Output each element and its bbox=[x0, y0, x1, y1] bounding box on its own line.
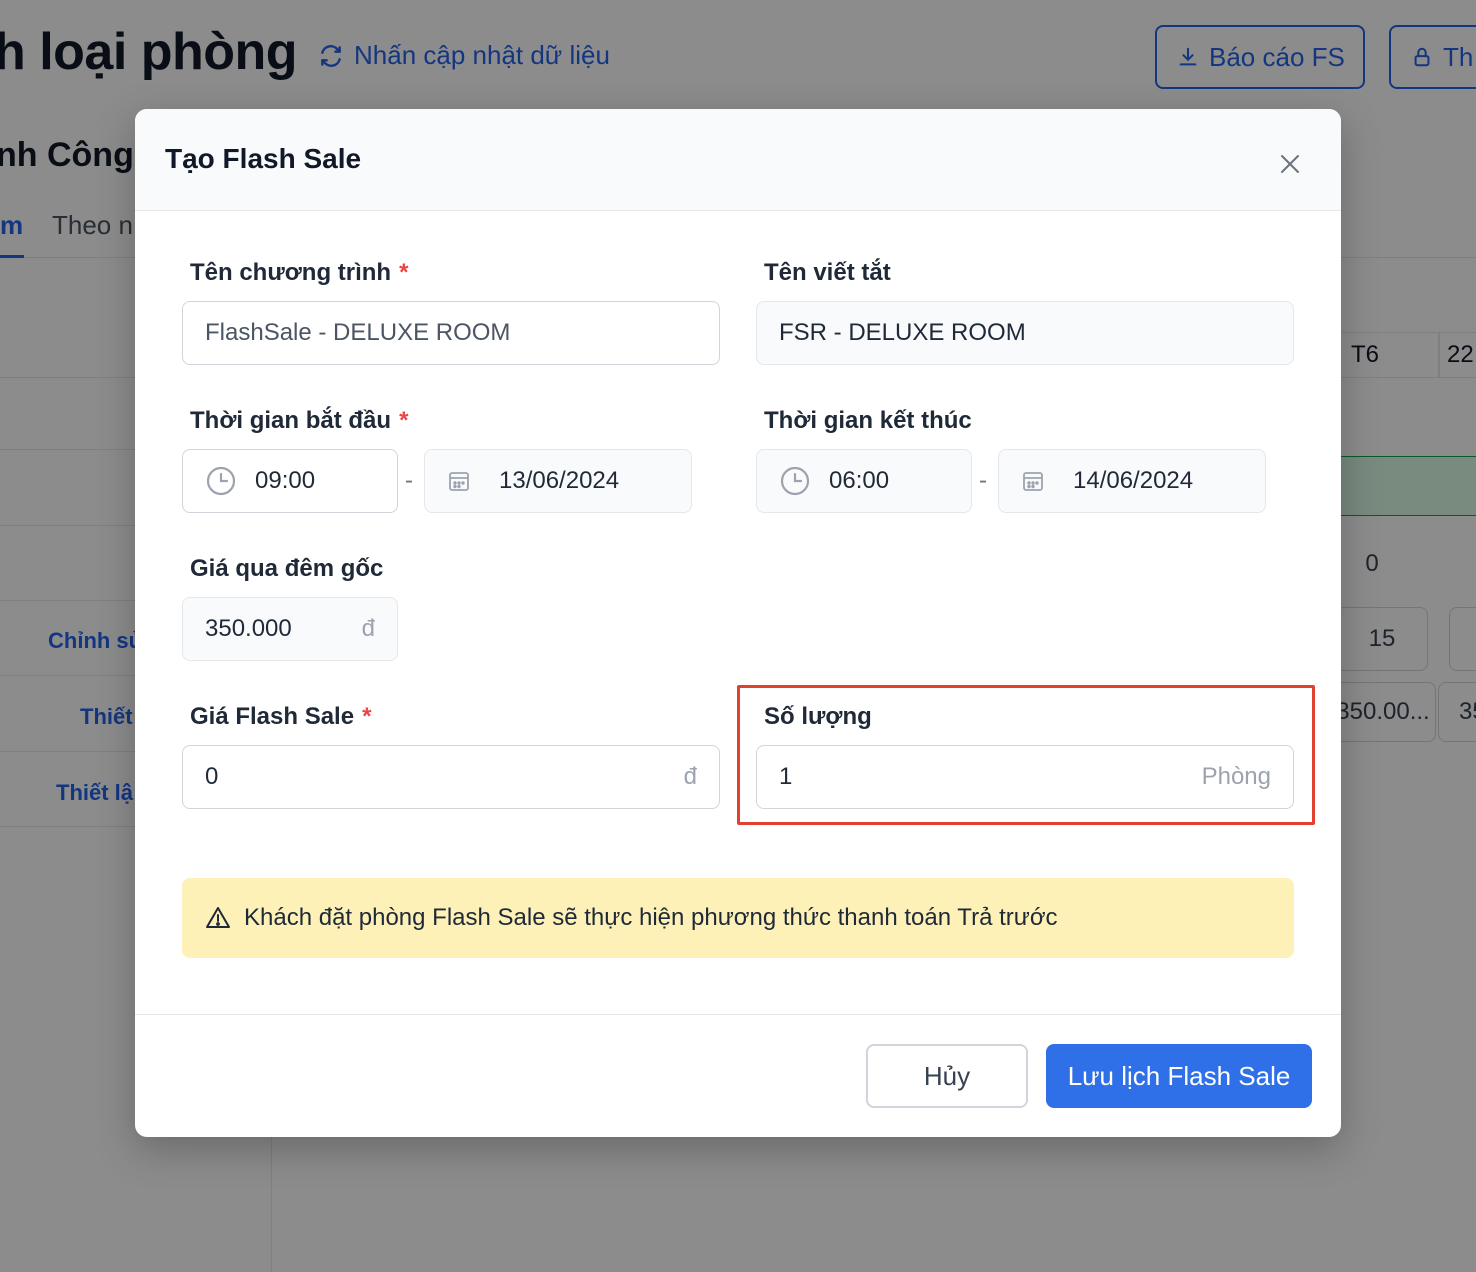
flash-price-label-text: Giá Flash Sale bbox=[190, 703, 355, 730]
required-mark: * bbox=[399, 259, 409, 286]
calendar-icon bbox=[1023, 472, 1043, 491]
required-mark: * bbox=[362, 703, 372, 730]
create-flash-sale-modal: Tạo Flash Sale Tên chương trình * FlashSa… bbox=[135, 109, 1341, 1137]
close-button[interactable] bbox=[1279, 153, 1301, 175]
end-date-value: 14/06/2024 bbox=[1073, 467, 1194, 494]
quantity-unit: Phòng bbox=[1201, 763, 1271, 790]
short-name-label: Tên viết tắt bbox=[764, 259, 891, 286]
original-price-input[interactable]: 350.000 đ bbox=[182, 597, 398, 661]
program-name-label-text: Tên chương trình bbox=[190, 259, 392, 286]
calendar-icon bbox=[449, 472, 469, 491]
notice-text: Khách đặt phòng Flash Sale sẽ thực hiện … bbox=[244, 904, 1058, 931]
end-time-label: Thời gian kết thúc bbox=[764, 407, 972, 434]
prepayment-notice: Khách đặt phòng Flash Sale sẽ thực hiện … bbox=[182, 878, 1294, 958]
quantity-value: 1 bbox=[779, 763, 793, 790]
modal-header: Tạo Flash Sale bbox=[135, 109, 1341, 211]
flash-price-label: Giá Flash Sale * bbox=[190, 703, 371, 731]
modal-title: Tạo Flash Sale bbox=[165, 143, 362, 174]
start-separator: - bbox=[405, 467, 413, 494]
start-date-input[interactable]: 13/06/2024 bbox=[424, 449, 692, 513]
close-icon bbox=[1281, 155, 1299, 173]
start-time-input[interactable]: 09:00 bbox=[182, 449, 398, 513]
program-name-label: Tên chương trình * bbox=[190, 259, 408, 287]
start-time-label: Thời gian bắt đầu * bbox=[190, 407, 408, 435]
program-name-input[interactable]: FlashSale - DELUXE ROOM bbox=[182, 301, 720, 365]
start-time-label-text: Thời gian bắt đầu bbox=[190, 407, 392, 434]
cancel-button[interactable]: Hủy bbox=[866, 1044, 1028, 1108]
modal-footer-divider bbox=[135, 1014, 1341, 1015]
currency-suffix: đ bbox=[361, 615, 375, 642]
program-name-value: FlashSale - DELUXE ROOM bbox=[205, 319, 511, 346]
original-price-label: Giá qua đêm gốc bbox=[190, 555, 384, 582]
short-name-value: FSR - DELUXE ROOM bbox=[779, 319, 1026, 346]
flash-price-value: 0 bbox=[205, 763, 219, 790]
start-time-value: 09:00 bbox=[255, 467, 316, 494]
save-flash-sale-button[interactable]: Lưu lịch Flash Sale bbox=[1046, 1044, 1312, 1108]
required-mark: * bbox=[399, 407, 409, 434]
flash-price-input[interactable]: 0 đ bbox=[182, 745, 720, 809]
clock-icon bbox=[206, 466, 236, 496]
clock-icon bbox=[780, 466, 810, 496]
currency-suffix: đ bbox=[683, 763, 697, 790]
short-name-input[interactable]: FSR - DELUXE ROOM bbox=[756, 301, 1294, 365]
original-price-value: 350.000 bbox=[205, 615, 292, 642]
quantity-label: Số lượng bbox=[764, 703, 872, 730]
start-date-value: 13/06/2024 bbox=[499, 467, 620, 494]
quantity-input[interactable]: 1 Phòng bbox=[756, 745, 1294, 809]
end-date-input[interactable]: 14/06/2024 bbox=[998, 449, 1266, 513]
end-separator: - bbox=[979, 467, 987, 494]
end-time-value: 06:00 bbox=[829, 467, 890, 494]
end-time-input[interactable]: 06:00 bbox=[756, 449, 972, 513]
warning-icon bbox=[206, 907, 230, 928]
